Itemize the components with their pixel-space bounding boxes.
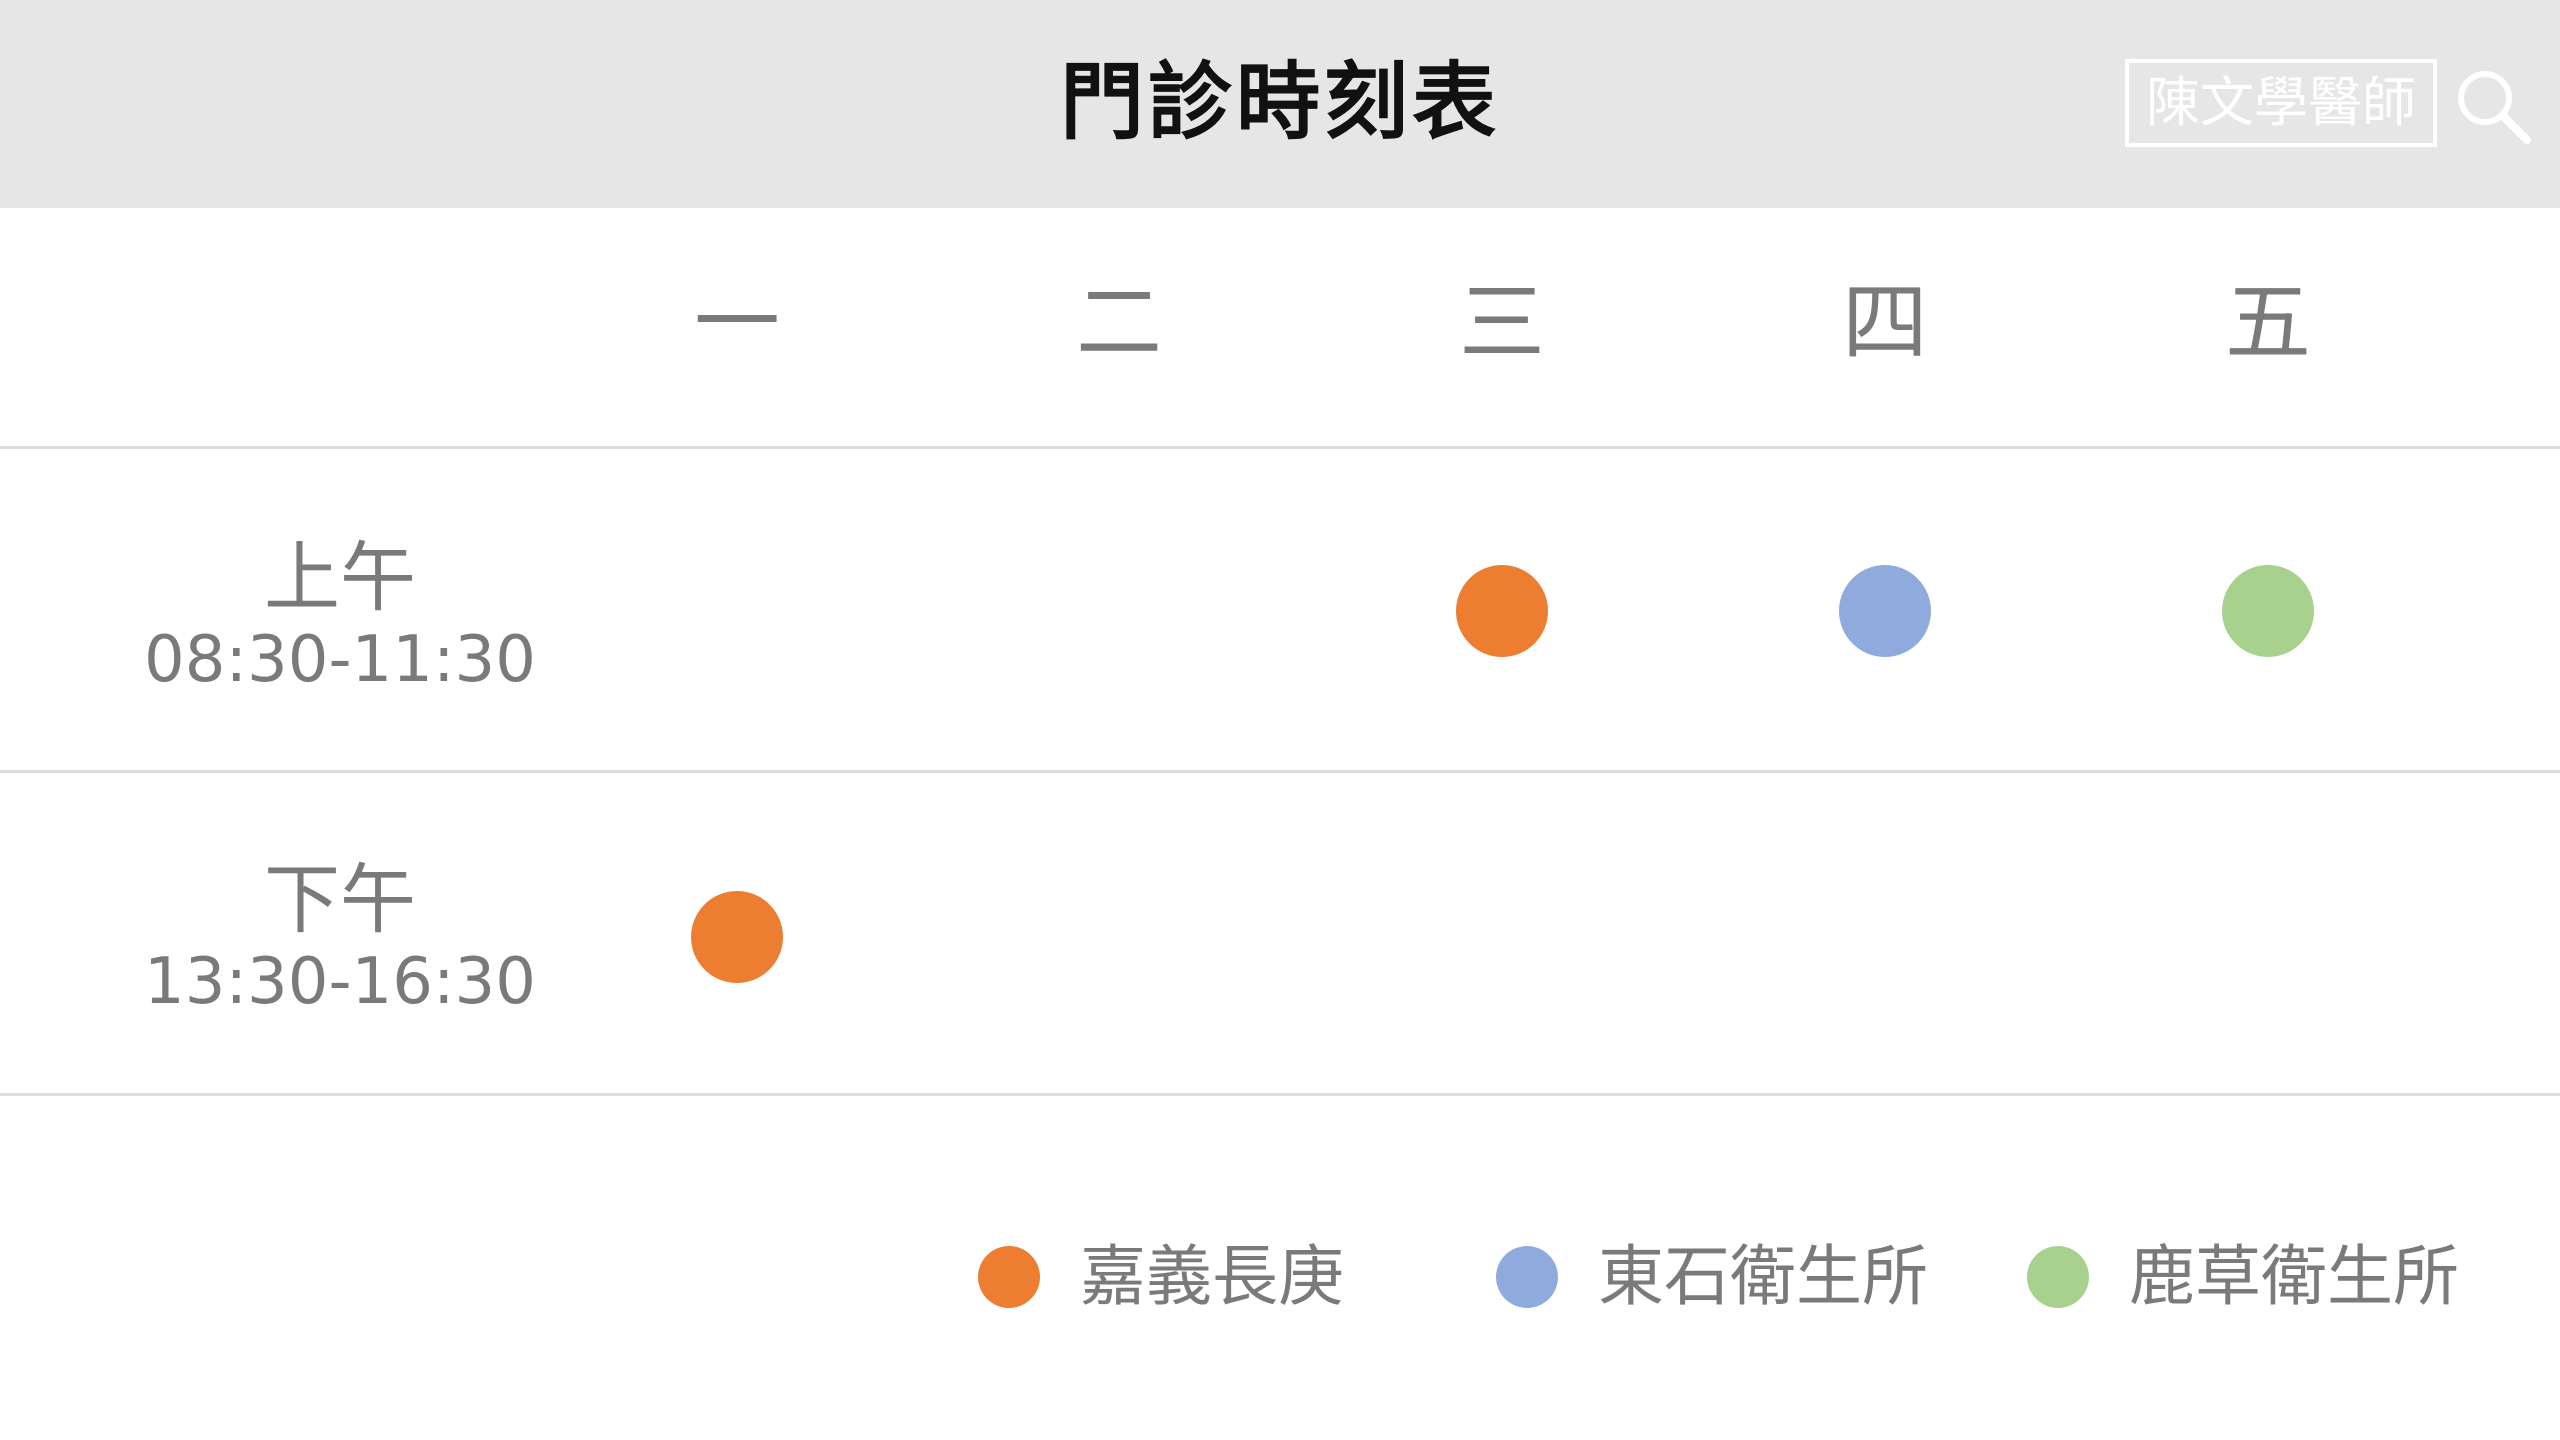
clinic-dot-morning-wed (1456, 565, 1548, 657)
day-label-wed: 三 (1459, 273, 1545, 373)
legend-dot (2027, 1246, 2089, 1308)
slot-afternoon-time: 13:30-16:30 (144, 945, 536, 1019)
day-label-mon: 一 (694, 273, 780, 373)
legend-label: 東石衛生所 (1598, 1238, 1928, 1315)
row-divider (0, 1093, 2560, 1096)
doctor-name-button[interactable]: 陳文學醫師 (2125, 59, 2437, 147)
legend-dot (1496, 1246, 1558, 1308)
legend-item: 嘉義長庚 (978, 1235, 1344, 1319)
search-icon[interactable] (2453, 66, 2533, 146)
legend-dot (978, 1246, 1040, 1308)
day-label-fri: 五 (2225, 273, 2311, 373)
clinic-dot-morning-fri (2222, 565, 2314, 657)
legend-item: 東石衛生所 (1496, 1235, 1928, 1319)
row-divider (0, 446, 2560, 449)
legend-item: 鹿草衛生所 (2027, 1235, 2459, 1319)
header-bar: 門診時刻表 陳文學醫師 (0, 0, 2560, 208)
clinic-dot-morning-thu (1839, 565, 1931, 657)
clinic-dot-afternoon-mon (691, 891, 783, 983)
slot-afternoon: 下午 13:30-16:30 (0, 858, 680, 1022)
slot-morning-time: 08:30-11:30 (144, 623, 536, 697)
slot-morning: 上午 08:30-11:30 (0, 536, 680, 700)
day-label-tue: 二 (1076, 273, 1162, 373)
slot-morning-name: 上午 (264, 533, 416, 622)
legend-label: 嘉義長庚 (1080, 1238, 1344, 1315)
schedule-page: 門診時刻表 陳文學醫師 一 二 三 四 五 上午 08:30-11:30 下午 … (0, 0, 2560, 1440)
row-divider (0, 770, 2560, 773)
slot-afternoon-name: 下午 (264, 855, 416, 944)
day-label-thu: 四 (1842, 273, 1928, 373)
legend-label: 鹿草衛生所 (2129, 1238, 2459, 1315)
